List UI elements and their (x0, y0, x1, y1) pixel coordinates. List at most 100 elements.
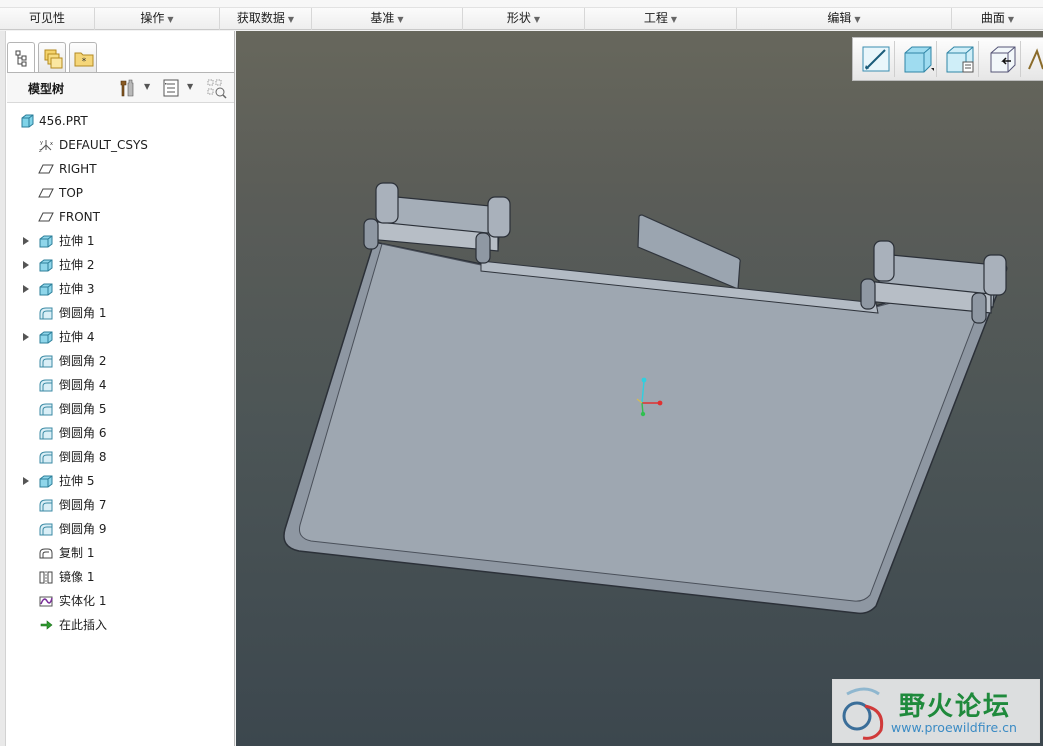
layers-tab[interactable] (38, 42, 66, 72)
group-operations[interactable]: 操作 ▼ (95, 8, 220, 30)
model-tree-tab[interactable] (7, 42, 35, 73)
part-icon (21, 114, 34, 128)
model-top-tab (637, 214, 741, 290)
expand-arrow-icon[interactable] (23, 237, 29, 245)
tree-item-round-8[interactable]: 倒圆角 8 (7, 445, 234, 469)
solidify-icon (39, 596, 53, 607)
datum-plane-icon (38, 188, 54, 198)
svg-text:x: x (50, 141, 53, 147)
tree-item-label: FRONT (59, 210, 100, 224)
tree-item-round-9[interactable]: 倒圆角 9 (7, 517, 234, 541)
tree-item-extrude-2[interactable]: 拉伸 2 (7, 253, 234, 277)
round-icon (39, 427, 53, 440)
tree-item-default-csys[interactable]: y x z DEFAULT_CSYS (7, 133, 234, 157)
group-engineering[interactable]: 工程 ▼ (585, 8, 737, 30)
show-columns-icon[interactable] (161, 77, 181, 99)
favorites-tab[interactable]: * (69, 42, 97, 72)
chevron-down-icon: ▼ (670, 15, 678, 24)
tree-item-root-part[interactable]: 456.PRT (7, 109, 234, 133)
ribbon-group-bar: 可见性 操作 ▼ 获取数据 ▼ 基准 ▼ 形状 ▼ 工程 ▼ 编辑 ▼ 曲面 ▼ (0, 8, 1043, 30)
group-label: 获取数据 (236, 11, 285, 25)
forum-name: 野火论坛 (899, 692, 1012, 722)
group-editing[interactable]: 编辑 ▼ (737, 8, 952, 30)
tree-item-copy-1[interactable]: 复制 1 (7, 541, 234, 565)
group-datum[interactable]: 基准 ▼ (312, 8, 463, 30)
view-toolbar (852, 37, 1043, 81)
tree-item-extrude-3[interactable]: 拉伸 3 (7, 277, 234, 301)
chevron-down-icon: ▼ (854, 15, 861, 24)
group-shapes[interactable]: 形状 ▼ (463, 8, 585, 30)
group-label: 基准 (370, 11, 395, 25)
model-graphics (283, 182, 1008, 615)
insert-here-icon (40, 620, 53, 630)
expand-arrow-icon[interactable] (23, 333, 29, 341)
group-visibility[interactable]: 可见性 (0, 8, 95, 30)
chevron-down-icon: ▼ (287, 15, 295, 24)
tree-item-round-7[interactable]: 倒圆角 7 (7, 493, 234, 517)
chevron-down-icon[interactable]: ▼ (144, 82, 150, 91)
extrude-icon (39, 331, 53, 344)
tree-settings-icon[interactable] (117, 77, 137, 99)
group-get-data[interactable]: 获取数据 ▼ (220, 8, 312, 30)
mirror-icon (39, 571, 53, 584)
named-view-button[interactable] (983, 41, 1021, 77)
tree-item-label: 倒圆角 8 (59, 450, 107, 464)
tree-item-round-5[interactable]: 倒圆角 5 (7, 397, 234, 421)
tree-item-label: 倒圆角 5 (59, 402, 107, 416)
tree-item-label: RIGHT (59, 162, 97, 176)
tree-item-insert-here[interactable]: 在此插入 (7, 613, 234, 637)
copy-icon (39, 548, 53, 559)
round-icon (39, 379, 53, 392)
tree-item-label: 拉伸 4 (59, 330, 95, 344)
saved-views-button[interactable] (941, 41, 979, 77)
group-label: 工程 (643, 11, 668, 25)
round-icon (39, 499, 53, 512)
tree-filter-icon[interactable] (205, 77, 229, 99)
favorites-folder-icon: * (74, 52, 94, 67)
shaded-view-icon (904, 46, 934, 73)
expand-arrow-icon[interactable] (23, 261, 29, 269)
tree-item-mirror-1[interactable]: 镜像 1 (7, 565, 234, 589)
tree-item-solidify-1[interactable]: 实体化 1 (7, 589, 234, 613)
group-label: 编辑 (827, 11, 852, 25)
tree-item-round-1[interactable]: 倒圆角 1 (7, 301, 234, 325)
chevron-down-icon: ▼ (533, 15, 541, 24)
tree-item-top-plane[interactable]: TOP (7, 181, 234, 205)
round-icon (39, 451, 53, 464)
group-surfaces[interactable]: 曲面 ▼ (952, 8, 1043, 30)
expand-arrow-icon[interactable] (23, 477, 29, 485)
tree-item-round-4[interactable]: 倒圆角 4 (7, 373, 234, 397)
tree-item-extrude-1[interactable]: 拉伸 1 (7, 229, 234, 253)
named-view-icon (990, 46, 1016, 73)
chevron-down-icon[interactable]: ▼ (187, 82, 193, 91)
layers-icon (44, 49, 63, 69)
model-tree-header: 模型树 ▼ ▼ (7, 73, 234, 103)
sketch-view-button[interactable] (857, 41, 895, 77)
extrude-icon (39, 235, 53, 248)
round-icon (39, 307, 53, 320)
tree-item-label: 倒圆角 2 (59, 354, 107, 368)
tree-item-round-2[interactable]: 倒圆角 2 (7, 349, 234, 373)
tree-item-right-plane[interactable]: RIGHT (7, 157, 234, 181)
graphics-viewport[interactable]: 野火论坛 www.proewildfire.cn (236, 31, 1043, 746)
tree-item-label: 拉伸 3 (59, 282, 95, 296)
expand-arrow-icon[interactable] (23, 285, 29, 293)
group-label: 曲面 (980, 11, 1005, 25)
svg-text:z: z (39, 148, 42, 153)
tree-item-extrude-4[interactable]: 拉伸 4 (7, 325, 234, 349)
model-tree: 456.PRT y x z DEFAULT_CSYS RIGHT TOP FRO… (7, 109, 234, 637)
datum-display-button[interactable] (1025, 41, 1043, 77)
tree-item-label: 拉伸 2 (59, 258, 95, 272)
tree-item-label: 镜像 1 (59, 570, 95, 584)
tree-item-extrude-5[interactable]: 拉伸 5 (7, 469, 234, 493)
shaded-view-button[interactable] (899, 41, 937, 77)
tree-item-label: TOP (59, 186, 84, 200)
tree-item-label: 拉伸 5 (59, 474, 95, 488)
tree-item-front-plane[interactable]: FRONT (7, 205, 234, 229)
forum-watermark: 野火论坛 www.proewildfire.cn (832, 679, 1040, 743)
panel-gutter (0, 31, 6, 746)
tree-item-round-6[interactable]: 倒圆角 6 (7, 421, 234, 445)
chevron-down-icon: ▼ (167, 15, 174, 24)
group-label: 操作 (140, 11, 165, 25)
forum-logo-icon (842, 687, 884, 740)
